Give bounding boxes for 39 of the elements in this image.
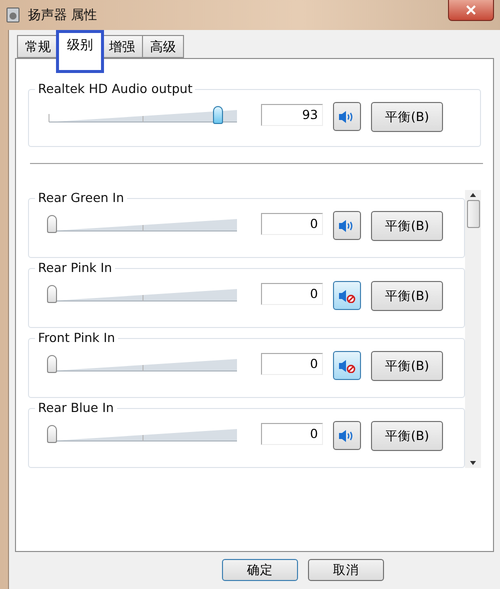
slider-thumb[interactable]: [47, 425, 57, 443]
mute-button[interactable]: [333, 421, 361, 450]
device-name: Rear Green In: [35, 190, 128, 205]
device-name: Rear Blue In: [35, 400, 117, 415]
device-name: Realtek HD Audio output: [35, 81, 196, 96]
balance-button[interactable]: 平衡(B): [371, 211, 443, 241]
slider-thumb[interactable]: [212, 106, 223, 124]
level-value-field[interactable]: 0: [261, 423, 323, 445]
window-title: 扬声器 属性: [28, 7, 98, 24]
muted-speaker-icon: [338, 358, 356, 372]
slider-thumb[interactable]: [47, 355, 57, 373]
mute-button[interactable]: [333, 211, 361, 240]
tab[interactable]: 高级: [142, 35, 184, 58]
balance-button[interactable]: 平衡(B): [371, 102, 443, 132]
slider-thumb[interactable]: [47, 215, 57, 233]
balance-button[interactable]: 平衡(B): [371, 421, 443, 451]
device-name: Rear Pink In: [35, 260, 116, 275]
speaker-device-icon: [6, 7, 20, 23]
mute-button[interactable]: [333, 102, 361, 131]
close-button[interactable]: [448, 0, 494, 21]
tab[interactable]: 级别: [58, 32, 102, 59]
dialog-button[interactable]: 取消: [308, 559, 384, 581]
balance-button[interactable]: 平衡(B): [371, 351, 443, 381]
level-value-field[interactable]: 0: [261, 353, 323, 375]
close-icon: [466, 5, 476, 15]
level-value-field[interactable]: 93: [261, 104, 323, 126]
mute-button[interactable]: [333, 351, 361, 380]
tab[interactable]: 增强: [101, 35, 143, 58]
level-value-field[interactable]: 0: [261, 213, 323, 235]
slider-thumb[interactable]: [47, 285, 57, 303]
dialog-button[interactable]: 确定: [222, 559, 298, 581]
scrollbar[interactable]: [465, 190, 481, 468]
level-value-field[interactable]: 0: [261, 283, 323, 305]
mute-button[interactable]: [333, 281, 361, 310]
tab[interactable]: 常规: [17, 35, 59, 58]
muted-speaker-icon: [338, 288, 356, 302]
device-name: Front Pink In: [35, 330, 118, 345]
scroll-thumb[interactable]: [466, 200, 480, 228]
balance-button[interactable]: 平衡(B): [371, 281, 443, 311]
